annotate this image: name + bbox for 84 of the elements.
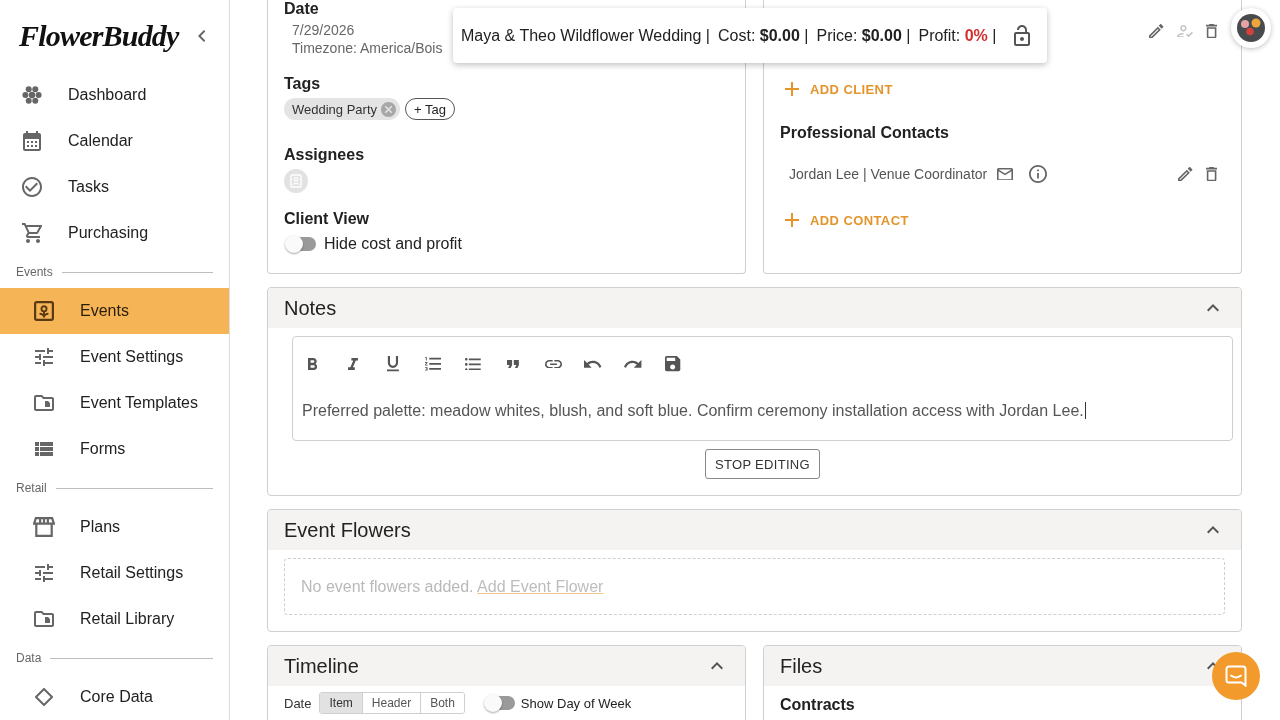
toggle-switch[interactable] [284, 234, 316, 254]
field-label: Professional Contacts [780, 124, 949, 142]
chat-bubble-icon [1225, 665, 1247, 687]
cart-icon [22, 223, 42, 243]
plus-icon [785, 213, 799, 227]
calendar-icon [23, 131, 41, 151]
nav-item[interactable]: Forms [0, 426, 229, 472]
section-heading: Retail [16, 481, 47, 495]
diamond-icon [35, 688, 53, 706]
text-caret-icon [1084, 402, 1086, 419]
card-title: Event Flowers [284, 518, 411, 542]
flower-frame-icon [34, 301, 54, 321]
field-label: Date [284, 0, 319, 18]
field-label: Assignees [284, 146, 365, 164]
nav-item[interactable]: Events [0, 288, 229, 334]
pencil-icon[interactable] [1178, 166, 1193, 182]
notes-text: Preferred palette: meadow whites, blush, and soft blue. Confirm ceremony installation access with Jordan Lee. [302, 402, 1084, 419]
sliders-icon [35, 348, 53, 366]
avatar-icon [1237, 14, 1265, 42]
toggle-switch[interactable] [482, 693, 515, 713]
sliders-icon [35, 564, 53, 582]
field-label: Client View [284, 210, 370, 228]
nav-item[interactable]: Event Settings [0, 334, 229, 380]
mail-icon[interactable] [997, 167, 1014, 181]
nav-item[interactable]: Tasks [0, 164, 229, 210]
section-heading: Events [16, 265, 53, 279]
open-padlock-icon[interactable] [1014, 25, 1031, 46]
logo-wordmark: FlowerBuddy [19, 18, 179, 54]
account-avatar-button[interactable] [1231, 8, 1271, 48]
storefront-icon [33, 517, 55, 537]
event-title: Maya & Theo Wildflower Wedding | [461, 26, 710, 45]
card-title: Files [780, 654, 823, 678]
chevron-left-icon[interactable] [197, 30, 205, 42]
italic-icon[interactable] [347, 358, 359, 370]
quote-icon[interactable] [507, 359, 519, 369]
card-title: Timeline [284, 654, 359, 678]
segment-button[interactable]: Both [420, 693, 464, 713]
folder-icon [34, 395, 54, 411]
folder-icon [34, 611, 54, 627]
card-title: Notes [284, 296, 337, 320]
empty-state-text: No event flowers added. Add Event Flower [301, 577, 604, 596]
flower-icon [22, 85, 42, 105]
chevron-up-icon[interactable] [711, 662, 723, 670]
stop-editing-button[interactable]: STOP EDITING [705, 449, 820, 479]
section-heading: Data [16, 651, 42, 665]
info-icon[interactable] [1029, 165, 1048, 183]
pencil-icon[interactable] [1149, 23, 1164, 39]
nav-item[interactable]: Calendar [0, 118, 229, 164]
save-icon[interactable] [665, 356, 681, 372]
underline-icon[interactable] [387, 356, 399, 372]
toggle-label: Hide cost and profit [324, 235, 462, 253]
chevron-up-icon[interactable] [1207, 526, 1219, 534]
segment-button[interactable]: Item [320, 693, 362, 713]
section-heading: Contracts [780, 696, 855, 713]
timezone-text: Timezone: America/Bois [292, 39, 443, 57]
field-label: Tags [284, 75, 321, 93]
undo-icon[interactable] [584, 360, 602, 368]
chevron-up-icon[interactable] [1207, 304, 1219, 312]
bold-icon[interactable] [308, 358, 318, 370]
nav-item[interactable]: Event Templates [0, 380, 229, 426]
tag-chip[interactable]: Wedding Party [284, 98, 401, 120]
list-icon [35, 442, 53, 456]
field-label: Date [284, 695, 312, 711]
add-tag-button[interactable]: + Tag [405, 98, 455, 120]
trash-icon[interactable] [1205, 166, 1217, 182]
redo-icon[interactable] [624, 360, 642, 368]
summary-figure: Cost: $0.00 | [718, 26, 809, 45]
date-value: 7/29/2026 [292, 21, 355, 39]
rich-text-editor[interactable]: Preferred palette: meadow whites, blush, and soft blue. Confirm ceremony installation access with Jordan Lee. [292, 336, 1233, 441]
summary-figure: Price: $0.00 | [816, 26, 911, 45]
link-icon[interactable] [544, 359, 562, 369]
summary-figure: Profit: 0% | [918, 26, 997, 45]
nav-item[interactable]: Plans [0, 504, 229, 550]
nav-item[interactable]: Retail Settings [0, 550, 229, 596]
contact-name: Jordan Lee | Venue Coordinator [789, 166, 988, 182]
nav-item[interactable]: Retail Library [0, 596, 229, 642]
nav-item[interactable]: Core Data [0, 674, 229, 720]
toggle-label: Show Day of Week [520, 695, 632, 711]
plus-icon [785, 82, 799, 96]
trash-icon[interactable] [1205, 23, 1217, 39]
nav-item[interactable]: Dashboard [0, 72, 229, 118]
bulleted-list-icon[interactable] [465, 357, 481, 371]
nav-item[interactable]: Purchasing [0, 210, 229, 256]
numbered-list-icon[interactable] [424, 357, 442, 371]
